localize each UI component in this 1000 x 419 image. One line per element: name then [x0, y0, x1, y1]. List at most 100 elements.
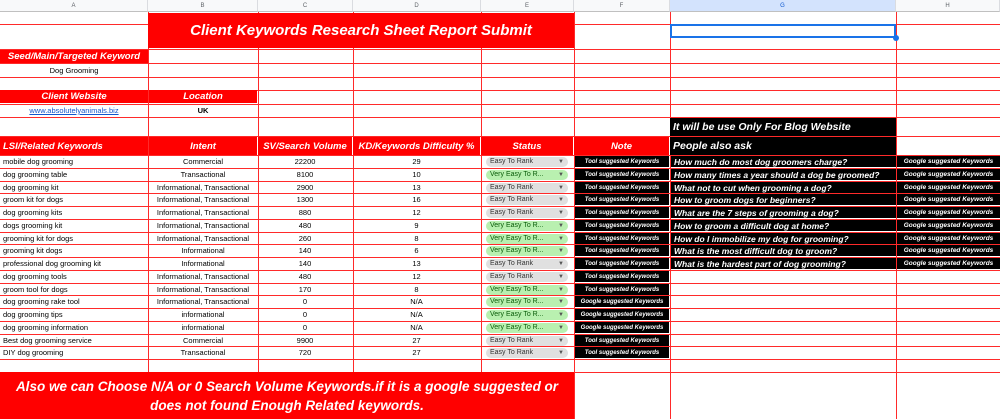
location-label[interactable]: Location	[149, 90, 257, 103]
search-volume-cell[interactable]: 260	[258, 233, 352, 244]
column-header-b[interactable]: B	[148, 0, 258, 12]
status-dropdown[interactable]: Very Easy To R... ▼	[486, 245, 568, 256]
note-cell[interactable]: Tool suggested Keywords	[575, 284, 669, 295]
people-also-ask-question[interactable]: How much do most dog groomers charge?	[671, 156, 896, 167]
intent-cell[interactable]: Commercial	[149, 156, 257, 167]
keyword-cell[interactable]: mobile dog grooming	[0, 156, 148, 167]
keyword-difficulty-cell[interactable]: 27	[353, 335, 480, 346]
fill-handle[interactable]	[893, 35, 899, 41]
note-cell[interactable]: Tool suggested Keywords	[575, 156, 669, 167]
keyword-cell[interactable]: dog grooming information	[0, 322, 148, 333]
status-dropdown[interactable]: Easy To Rank ▼	[486, 194, 568, 205]
question-source-cell[interactable]: Google suggested Keywords	[897, 258, 1000, 269]
status-dropdown[interactable]: Easy To Rank ▼	[486, 156, 568, 167]
search-volume-cell[interactable]: 0	[258, 309, 352, 320]
keyword-difficulty-cell[interactable]: 13	[353, 182, 480, 193]
column-header-g[interactable]: G	[670, 0, 896, 12]
people-also-ask-label[interactable]: People also ask	[670, 137, 896, 155]
caret-down-icon[interactable]: ▼	[558, 285, 564, 295]
keyword-difficulty-cell[interactable]: 9	[353, 220, 480, 231]
note-cell[interactable]: Tool suggested Keywords	[575, 233, 669, 244]
spreadsheet[interactable]: ABCDEFGH Client Keywords Research Sheet …	[0, 0, 1000, 419]
people-also-ask-question[interactable]: What is the hardest part of dog grooming…	[671, 258, 896, 269]
caret-down-icon[interactable]: ▼	[558, 259, 564, 269]
note-cell[interactable]: Google suggested Keywords	[575, 322, 669, 333]
question-source-cell[interactable]: Google suggested Keywords	[897, 194, 1000, 205]
header-note[interactable]: Note	[574, 137, 669, 155]
keyword-difficulty-cell[interactable]: 8	[353, 233, 480, 244]
people-also-ask-question[interactable]: What is the most difficult dog to groom?	[671, 245, 896, 256]
search-volume-cell[interactable]: 170	[258, 284, 352, 295]
keyword-cell[interactable]: dog grooming tools	[0, 271, 148, 282]
intent-cell[interactable]: Informational, Transactional	[149, 233, 257, 244]
keyword-cell[interactable]: groom tool for dogs	[0, 284, 148, 295]
note-cell[interactable]: Tool suggested Keywords	[575, 207, 669, 218]
keyword-difficulty-cell[interactable]: N/A	[353, 309, 480, 320]
caret-down-icon[interactable]: ▼	[558, 195, 564, 205]
intent-cell[interactable]: Informational, Transactional	[149, 207, 257, 218]
seed-keyword-label[interactable]: Seed/Main/Targeted Keyword	[0, 50, 148, 63]
keyword-difficulty-cell[interactable]: 16	[353, 194, 480, 205]
caret-down-icon[interactable]: ▼	[558, 348, 564, 358]
keyword-difficulty-cell[interactable]: N/A	[353, 296, 480, 307]
question-source-cell[interactable]: Google suggested Keywords	[897, 182, 1000, 193]
status-dropdown[interactable]: Easy To Rank ▼	[486, 347, 568, 358]
blog-website-note[interactable]: It will be use Only For Blog Website	[670, 118, 896, 136]
status-dropdown[interactable]: Very Easy To R... ▼	[486, 220, 568, 231]
status-dropdown[interactable]: Very Easy To R... ▼	[486, 322, 568, 333]
intent-cell[interactable]: Informational, Transactional	[149, 296, 257, 307]
search-volume-cell[interactable]: 1300	[258, 194, 352, 205]
keyword-difficulty-cell[interactable]: 12	[353, 207, 480, 218]
note-cell[interactable]: Tool suggested Keywords	[575, 182, 669, 193]
search-volume-cell[interactable]: 2900	[258, 182, 352, 193]
note-cell[interactable]: Tool suggested Keywords	[575, 245, 669, 256]
keyword-cell[interactable]: grooming kit for dogs	[0, 233, 148, 244]
caret-down-icon[interactable]: ▼	[558, 221, 564, 231]
intent-cell[interactable]: Informational, Transactional	[149, 194, 257, 205]
intent-cell[interactable]: informational	[149, 322, 257, 333]
status-dropdown[interactable]: Very Easy To R... ▼	[486, 169, 568, 180]
active-cell-selection[interactable]	[670, 24, 896, 38]
keyword-difficulty-cell[interactable]: 6	[353, 245, 480, 256]
caret-down-icon[interactable]: ▼	[558, 183, 564, 193]
question-source-cell[interactable]: Google suggested Keywords	[897, 169, 1000, 180]
caret-down-icon[interactable]: ▼	[558, 234, 564, 244]
seed-keyword-value[interactable]: Dog Grooming	[0, 64, 148, 77]
column-header-a[interactable]: A	[0, 0, 148, 12]
status-dropdown[interactable]: Easy To Rank ▼	[486, 207, 568, 218]
people-also-ask-question[interactable]: How many times a year should a dog be gr…	[671, 169, 896, 180]
question-source-cell[interactable]: Google suggested Keywords	[897, 156, 1000, 167]
keyword-cell[interactable]: dog grooming table	[0, 169, 148, 180]
keyword-cell[interactable]: dog grooming kit	[0, 182, 148, 193]
keyword-difficulty-cell[interactable]: 13	[353, 258, 480, 269]
question-source-cell[interactable]: Google suggested Keywords	[897, 207, 1000, 218]
search-volume-cell[interactable]: 0	[258, 296, 352, 307]
search-volume-cell[interactable]: 0	[258, 322, 352, 333]
search-volume-cell[interactable]: 720	[258, 347, 352, 358]
keyword-difficulty-cell[interactable]: N/A	[353, 322, 480, 333]
caret-down-icon[interactable]: ▼	[558, 336, 564, 346]
intent-cell[interactable]: Informational	[149, 245, 257, 256]
search-volume-cell[interactable]: 480	[258, 271, 352, 282]
question-source-cell[interactable]: Google suggested Keywords	[897, 245, 1000, 256]
header-keyword-difficulty[interactable]: KD/Keywords Difficulty %	[353, 137, 480, 155]
keyword-cell[interactable]: grooming kit dogs	[0, 245, 148, 256]
people-also-ask-question[interactable]: How to groom a difficult dog at home?	[671, 220, 896, 231]
note-cell[interactable]: Tool suggested Keywords	[575, 347, 669, 358]
status-dropdown[interactable]: Easy To Rank ▼	[486, 271, 568, 282]
keyword-cell[interactable]: dog grooming rake tool	[0, 296, 148, 307]
sheet-title[interactable]: Client Keywords Research Sheet Report Su…	[148, 13, 574, 48]
location-value[interactable]: UK	[149, 104, 257, 117]
keyword-cell[interactable]: dog grooming kits	[0, 207, 148, 218]
people-also-ask-question[interactable]: How do I immobilize my dog for grooming?	[671, 233, 896, 244]
people-also-ask-question[interactable]: How to groom dogs for beginners?	[671, 194, 896, 205]
client-website-cell[interactable]: www.absolutelyanimals.biz	[0, 104, 148, 117]
keyword-cell[interactable]: DIY dog grooming	[0, 347, 148, 358]
column-header-h[interactable]: H	[896, 0, 1000, 12]
intent-cell[interactable]: Informational, Transactional	[149, 284, 257, 295]
column-header-f[interactable]: F	[574, 0, 670, 12]
caret-down-icon[interactable]: ▼	[558, 246, 564, 256]
column-header-d[interactable]: D	[353, 0, 481, 12]
note-cell[interactable]: Tool suggested Keywords	[575, 220, 669, 231]
note-cell[interactable]: Google suggested Keywords	[575, 296, 669, 307]
